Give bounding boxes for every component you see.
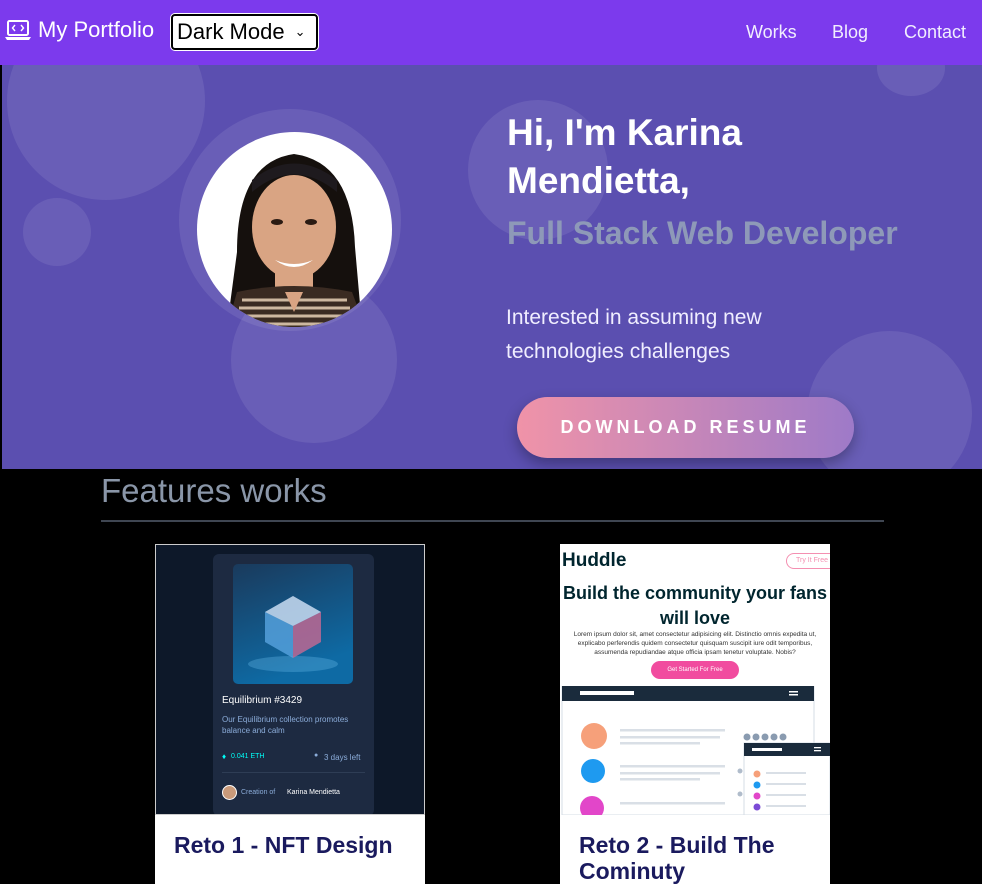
- creation-prefix: Creation of: [241, 789, 276, 796]
- nft-divider: [222, 772, 365, 773]
- creator-avatar: [222, 785, 237, 800]
- card-title: Reto 1 - NFT Design: [174, 832, 393, 858]
- profile-photo: [197, 132, 392, 327]
- nft-price: 0.041 ETH: [231, 753, 265, 760]
- huddle-body-text: Lorem ipsum dolor sit, amet consectetur …: [573, 631, 817, 656]
- huddle-try-button: Try It Free: [786, 553, 830, 569]
- nav-link-works[interactable]: Works: [746, 22, 797, 43]
- nft-preview-card: Equilibrium #3429 Our Equilibrium collec…: [213, 554, 374, 814]
- decor-bubble: [23, 198, 91, 266]
- section-title: Features works: [101, 472, 327, 509]
- card-preview-image: Huddle Try It Free Build the community y…: [560, 544, 830, 815]
- huddle-cta-button: Get Started For Free: [651, 661, 739, 679]
- brand-text: My Portfolio: [38, 17, 155, 42]
- laptop-code-icon: [5, 20, 31, 40]
- nft-time-left: 3 days left: [324, 753, 361, 762]
- section-divider: [101, 520, 884, 522]
- nft-cube-image: [233, 564, 353, 684]
- brand-link[interactable]: My Portfolio: [4, 17, 154, 43]
- nav-link-contact[interactable]: Contact: [904, 22, 966, 43]
- huddle-mockup-illustration: [561, 686, 830, 815]
- download-resume-button[interactable]: DOWNLOAD RESUME: [517, 397, 854, 458]
- chevron-down-icon: ⌄: [294, 24, 306, 39]
- huddle-headline: Build the community your fans will love: [562, 583, 828, 628]
- nft-name: Equilibrium #3429: [222, 695, 303, 706]
- decor-bubble: [7, 65, 205, 200]
- nav-link-blog[interactable]: Blog: [832, 22, 868, 43]
- hero-description: Interested in assuming new technologies …: [506, 306, 762, 363]
- work-card-nft[interactable]: Equilibrium #3429 Our Equilibrium collec…: [155, 544, 425, 884]
- clock-icon: ●: [314, 752, 319, 759]
- creator-name: Karina Mendietta: [287, 789, 340, 796]
- navbar: My Portfolio Dark Mode ⌄ Works Blog Cont…: [0, 0, 982, 65]
- nft-description: Our Equilibrium collection promotes bala…: [222, 715, 349, 735]
- hero-subtitle: Full Stack Web Developer: [507, 215, 898, 251]
- decor-bubble: [877, 65, 945, 96]
- huddle-logo: Huddle: [562, 550, 627, 571]
- work-card-huddle[interactable]: Huddle Try It Free Build the community y…: [560, 544, 830, 884]
- ethereum-icon: ♦: [222, 752, 227, 761]
- card-preview-image: Equilibrium #3429 Our Equilibrium collec…: [155, 544, 425, 815]
- theme-mode-value: Dark Mode: [177, 19, 285, 44]
- hero-section: Hi, I'm Karina Mendietta, Full Stack Web…: [2, 65, 982, 469]
- card-title: Reto 2 - Build The Cominuty: [579, 832, 775, 884]
- hero-title: Hi, I'm Karina Mendietta,: [507, 112, 742, 201]
- theme-mode-select[interactable]: Dark Mode ⌄: [171, 14, 318, 50]
